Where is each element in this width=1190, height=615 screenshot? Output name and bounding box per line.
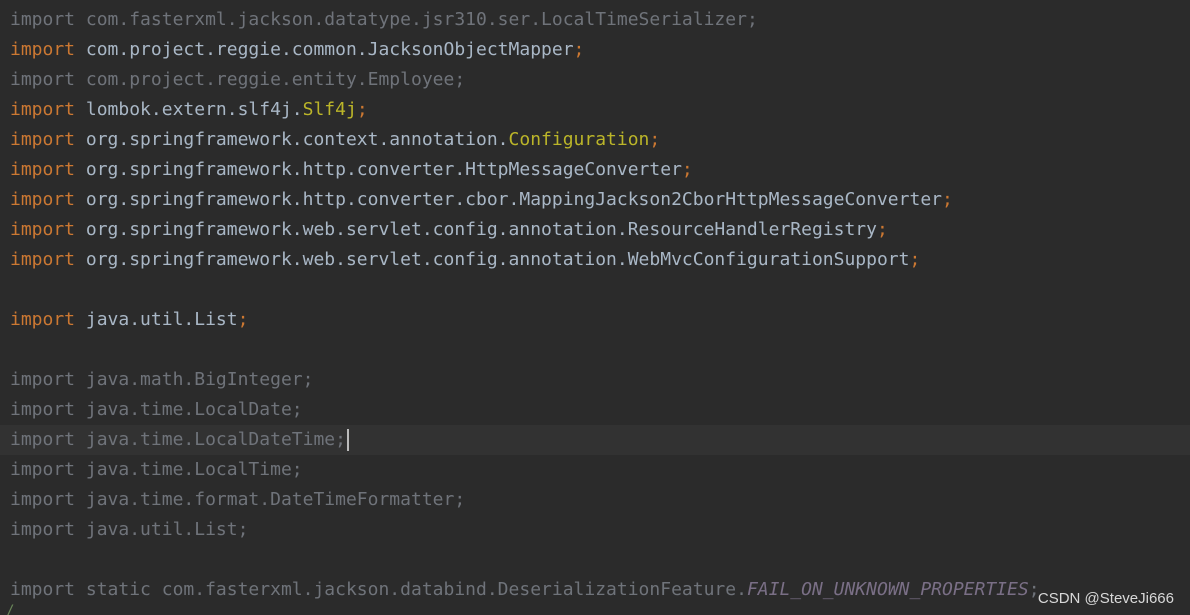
semicolon: ; bbox=[335, 429, 346, 450]
semicolon: ; bbox=[356, 99, 368, 120]
import-path: com.project.reggie.common.JacksonObjectM… bbox=[85, 39, 574, 60]
code-line-13[interactable]: import java.math.BigInteger; bbox=[10, 365, 1190, 395]
import-path: java.time.LocalTime bbox=[85, 459, 292, 480]
code-line-2[interactable]: import com.project.reggie.common.Jackson… bbox=[10, 35, 1190, 65]
constant-name: FAIL_ON_UNKNOWN_PROPERTIES bbox=[746, 579, 1029, 600]
annotation-name: Slf4j bbox=[302, 99, 357, 120]
semicolon: ; bbox=[681, 159, 693, 180]
keyword: import bbox=[10, 9, 76, 30]
import-path: lombok.extern.slf4j. bbox=[85, 99, 303, 120]
semicolon: ; bbox=[237, 309, 249, 330]
code-line-4[interactable]: import lombok.extern.slf4j.Slf4j; bbox=[10, 95, 1190, 125]
text-caret bbox=[346, 429, 349, 451]
code-line-8[interactable]: import org.springframework.web.servlet.c… bbox=[10, 215, 1190, 245]
keyword: import static bbox=[10, 579, 151, 600]
semicolon: ; bbox=[573, 39, 585, 60]
import-path: org.springframework.http.converter.cbor.… bbox=[85, 189, 942, 210]
import-path: java.math.BigInteger bbox=[85, 369, 303, 390]
blank-line[interactable] bbox=[10, 545, 1190, 575]
keyword: import bbox=[10, 309, 76, 330]
semicolon: ; bbox=[746, 9, 758, 30]
keyword: import bbox=[10, 129, 76, 150]
keyword: import bbox=[10, 369, 76, 390]
keyword: import bbox=[10, 489, 76, 510]
code-editor[interactable]: import com.fasterxml.jackson.datatype.js… bbox=[0, 0, 1190, 615]
code-line-7[interactable]: import org.springframework.http.converte… bbox=[10, 185, 1190, 215]
code-line-9[interactable]: import org.springframework.web.servlet.c… bbox=[10, 245, 1190, 275]
import-path: com.project.reggie.entity.Employee bbox=[85, 69, 455, 90]
import-path: com.fasterxml.jackson.databind.Deseriali… bbox=[161, 579, 747, 600]
semicolon: ; bbox=[237, 519, 249, 540]
keyword: import bbox=[10, 69, 76, 90]
import-path: org.springframework.context.annotation. bbox=[85, 129, 509, 150]
import-path: org.springframework.web.servlet.config.a… bbox=[85, 249, 910, 270]
keyword: import bbox=[10, 519, 76, 540]
code-line-17[interactable]: import java.time.format.DateTimeFormatte… bbox=[10, 485, 1190, 515]
semicolon: ; bbox=[291, 459, 303, 480]
semicolon: ; bbox=[942, 189, 953, 210]
code-line-18[interactable]: import java.util.List; bbox=[10, 515, 1190, 545]
semicolon: ; bbox=[876, 219, 888, 240]
keyword: import bbox=[10, 189, 76, 210]
import-path: java.time.LocalDateTime bbox=[85, 429, 336, 450]
import-path: java.time.LocalDate bbox=[85, 399, 292, 420]
keyword: import bbox=[10, 159, 76, 180]
semicolon: ; bbox=[454, 69, 466, 90]
code-line-1[interactable]: import com.fasterxml.jackson.datatype.js… bbox=[10, 5, 1190, 35]
code-area[interactable]: import com.fasterxml.jackson.datatype.js… bbox=[0, 5, 1190, 605]
code-line-15-current[interactable]: import java.time.LocalDateTime; bbox=[0, 425, 1190, 455]
code-line-16[interactable]: import java.time.LocalTime; bbox=[10, 455, 1190, 485]
watermark: CSDN @SteveJi666 bbox=[1037, 590, 1174, 607]
import-path: com.fasterxml.jackson.datatype.jsr310.se… bbox=[85, 9, 747, 30]
semicolon: ; bbox=[454, 489, 466, 510]
blank-line[interactable] bbox=[10, 335, 1190, 365]
code-line-14[interactable]: import java.time.LocalDate; bbox=[10, 395, 1190, 425]
semicolon: ; bbox=[302, 369, 314, 390]
semicolon: ; bbox=[649, 129, 661, 150]
code-line-5[interactable]: import org.springframework.context.annot… bbox=[10, 125, 1190, 155]
code-line-3[interactable]: import com.project.reggie.entity.Employe… bbox=[10, 65, 1190, 95]
blank-line[interactable] bbox=[10, 275, 1190, 305]
code-line-6[interactable]: import org.springframework.http.converte… bbox=[10, 155, 1190, 185]
keyword: import bbox=[10, 459, 76, 480]
keyword: import bbox=[10, 39, 76, 60]
keyword: import bbox=[10, 249, 76, 270]
annotation-name: Configuration bbox=[508, 129, 650, 150]
code-line-11[interactable]: import java.util.List; bbox=[10, 305, 1190, 335]
keyword: import bbox=[10, 219, 76, 240]
import-path: java.util.List bbox=[85, 309, 238, 330]
import-path: org.springframework.http.converter.HttpM… bbox=[85, 159, 682, 180]
partial-comment-line: / bbox=[6, 603, 15, 615]
import-path: java.util.List bbox=[85, 519, 238, 540]
keyword: import bbox=[10, 399, 76, 420]
import-path: org.springframework.web.servlet.config.a… bbox=[85, 219, 877, 240]
code-line-20[interactable]: import static com.fasterxml.jackson.data… bbox=[10, 575, 1190, 605]
semicolon: ; bbox=[291, 399, 303, 420]
import-path: java.time.format.DateTimeFormatter bbox=[85, 489, 455, 510]
keyword: import bbox=[10, 429, 76, 450]
keyword: import bbox=[10, 99, 76, 120]
semicolon: ; bbox=[909, 249, 921, 270]
